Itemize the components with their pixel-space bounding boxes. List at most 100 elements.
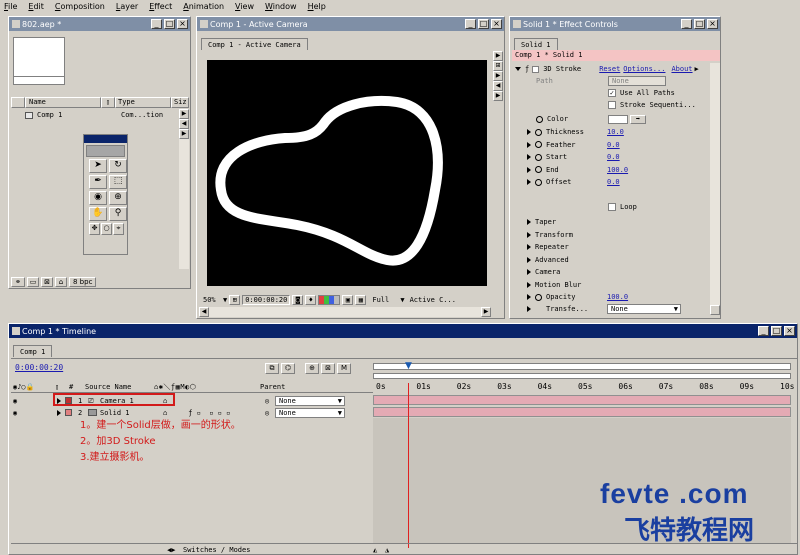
minimize-icon[interactable]: _ (681, 19, 692, 29)
camera-view-value[interactable]: Active C... (410, 296, 456, 304)
safe-margins-icon[interactable]: ⊞ (229, 294, 241, 305)
parent-col[interactable]: Parent (256, 383, 336, 391)
track-bar-solid[interactable] (373, 407, 791, 417)
hand-tool-icon[interactable]: ✋ (89, 207, 107, 221)
opacity-value[interactable]: 100.0 (607, 293, 628, 301)
reset-link[interactable]: Reset (599, 65, 620, 73)
param-value[interactable]: 0.0 (607, 141, 620, 149)
stroke-sequential-row[interactable]: Stroke Sequenti... (608, 99, 696, 111)
layer-switches[interactable]: ⌂ (163, 397, 265, 405)
menu-item-edit[interactable]: Edit (28, 2, 44, 11)
minimize-icon[interactable]: _ (758, 326, 769, 336)
menu-item-file[interactable]: File (4, 2, 17, 11)
timeline-tab[interactable]: Comp 1 (13, 345, 53, 357)
new-comp-icon[interactable]: ⊠ (41, 276, 53, 287)
eye-icon[interactable]: ◉ (11, 409, 23, 417)
project-item-row[interactable]: Comp 1 Com...tion (11, 110, 181, 120)
menu-item-window[interactable]: Window (265, 2, 297, 11)
resolution-value[interactable]: Full (368, 296, 398, 304)
zoom-out-icon[interactable]: ◭ (373, 546, 385, 554)
pen-tool-icon[interactable]: ✒ (89, 175, 107, 189)
time-ruler[interactable]: 0s 01s 02s 03s 04s 05s 06s 07s 08s 09s 10s (373, 382, 794, 394)
use-all-paths-row[interactable]: ✓ Use All Paths (608, 87, 675, 99)
channel-icon[interactable] (318, 294, 341, 305)
eyedropper-icon[interactable]: ➡ (630, 114, 646, 124)
track-bar-camera[interactable] (373, 395, 791, 405)
comp-family-icon[interactable]: ⌬ (281, 363, 295, 374)
toggle-pane-icon[interactable]: ◀▶ (167, 546, 179, 554)
group-row-repeater[interactable]: Repeater (512, 241, 569, 253)
track-z-icon[interactable]: ○ (101, 223, 112, 235)
pin-icon[interactable]: ⌖ (113, 223, 124, 235)
comp-vscroll[interactable]: ▶ ⊞ ▶ ◀ ▶ (493, 51, 503, 291)
comp-canvas[interactable] (207, 60, 487, 286)
group-row-camera[interactable]: Camera (512, 266, 560, 278)
group-row-transform[interactable]: Transform (512, 229, 573, 241)
stopwatch-icon[interactable] (535, 128, 542, 136)
expand-icon[interactable] (527, 141, 531, 148)
expand-icon[interactable] (527, 179, 531, 185)
parent-pick-icon[interactable]: ◎ (265, 397, 275, 405)
live-update-icon[interactable]: ⊕ (305, 363, 319, 374)
expand-icon[interactable] (527, 294, 531, 300)
comp-flowchart-icon[interactable]: ⧉ (265, 363, 279, 374)
menu-item-help[interactable]: Help (308, 2, 326, 11)
camera-orbit-icon[interactable]: ◉ (89, 191, 107, 205)
param-value[interactable]: 10.0 (607, 128, 624, 136)
timeline-titlebar[interactable]: Comp 1 * Timeline _ □ × (9, 324, 797, 338)
work-area-bar[interactable] (373, 363, 791, 370)
transparency-icon[interactable]: ▦ (355, 294, 367, 305)
pan-behind-icon[interactable]: ⊕ (109, 191, 127, 205)
maximize-icon[interactable]: □ (694, 19, 705, 29)
column-name[interactable]: Name (25, 97, 101, 108)
source-name-col[interactable]: Source Name (79, 383, 154, 391)
param-value[interactable]: 0.0 (607, 153, 620, 161)
use-all-paths-checkbox[interactable]: ✓ (608, 89, 616, 97)
menu-item-effect[interactable]: Effect (149, 2, 172, 11)
expand-icon[interactable] (527, 306, 531, 312)
expand-icon[interactable] (57, 409, 61, 416)
parent-dropdown[interactable]: None ▼ (275, 395, 345, 406)
mask-tool-icon[interactable]: ⬚ (109, 175, 127, 189)
loop-row[interactable]: Loop (608, 201, 637, 213)
group-row-taper[interactable]: Taper (512, 216, 556, 228)
parent-dropdown[interactable]: None ▼ (275, 407, 345, 418)
stopwatch-icon[interactable] (535, 141, 542, 148)
selection-tool-icon[interactable]: ➤ (89, 159, 107, 173)
maximize-icon[interactable]: □ (164, 19, 175, 29)
zoom-tool-icon[interactable]: ⚲ (109, 207, 127, 221)
column-size[interactable]: Siz (171, 97, 189, 108)
resolution-dropdown-icon[interactable]: ▼ (400, 296, 404, 304)
minimize-icon[interactable]: _ (151, 19, 162, 29)
folder-icon[interactable]: ▭ (27, 276, 39, 287)
expand-icon[interactable] (527, 269, 531, 275)
rotate-tool-icon[interactable]: ↻ (109, 159, 127, 173)
expand-icon[interactable] (527, 256, 531, 263)
zoom-slider[interactable] (373, 373, 791, 379)
track-xy-icon[interactable]: ✥ (89, 223, 100, 235)
show-snapshot-icon[interactable]: ♦ (305, 294, 317, 305)
effects-titlebar[interactable]: Solid 1 * Effect Controls _ □ × (510, 17, 720, 31)
eye-icon[interactable]: ◉ (11, 397, 23, 405)
menu-item-composition[interactable]: Composition (55, 2, 105, 11)
column-type[interactable]: Type (115, 97, 171, 108)
stroke-sequential-checkbox[interactable] (608, 101, 616, 109)
expand-icon[interactable] (527, 219, 531, 225)
minimize-icon[interactable]: _ (465, 19, 476, 29)
close-icon[interactable]: × (707, 19, 718, 29)
stopwatch-icon[interactable] (535, 153, 542, 161)
path-dropdown[interactable]: None (608, 76, 666, 86)
menu-item-animation[interactable]: Animation (183, 2, 224, 11)
comp-timecode[interactable]: 0:00:00:20 (242, 294, 291, 305)
transfer-dropdown[interactable]: None ▼ (607, 304, 681, 314)
stopwatch-icon[interactable] (535, 293, 542, 301)
scroll-right-icon[interactable]: ▶ (695, 65, 699, 73)
timeline-timecode[interactable]: 0:00:00:20 (15, 363, 63, 372)
roi-icon[interactable]: ▣ (342, 294, 354, 305)
maximize-icon[interactable]: □ (771, 326, 782, 336)
draft-3d-icon[interactable]: ⊠ (321, 363, 335, 374)
close-icon[interactable]: × (491, 19, 502, 29)
close-icon[interactable]: × (177, 19, 188, 29)
expand-icon[interactable] (527, 244, 531, 250)
parent-pick-icon[interactable]: ◎ (265, 409, 275, 417)
